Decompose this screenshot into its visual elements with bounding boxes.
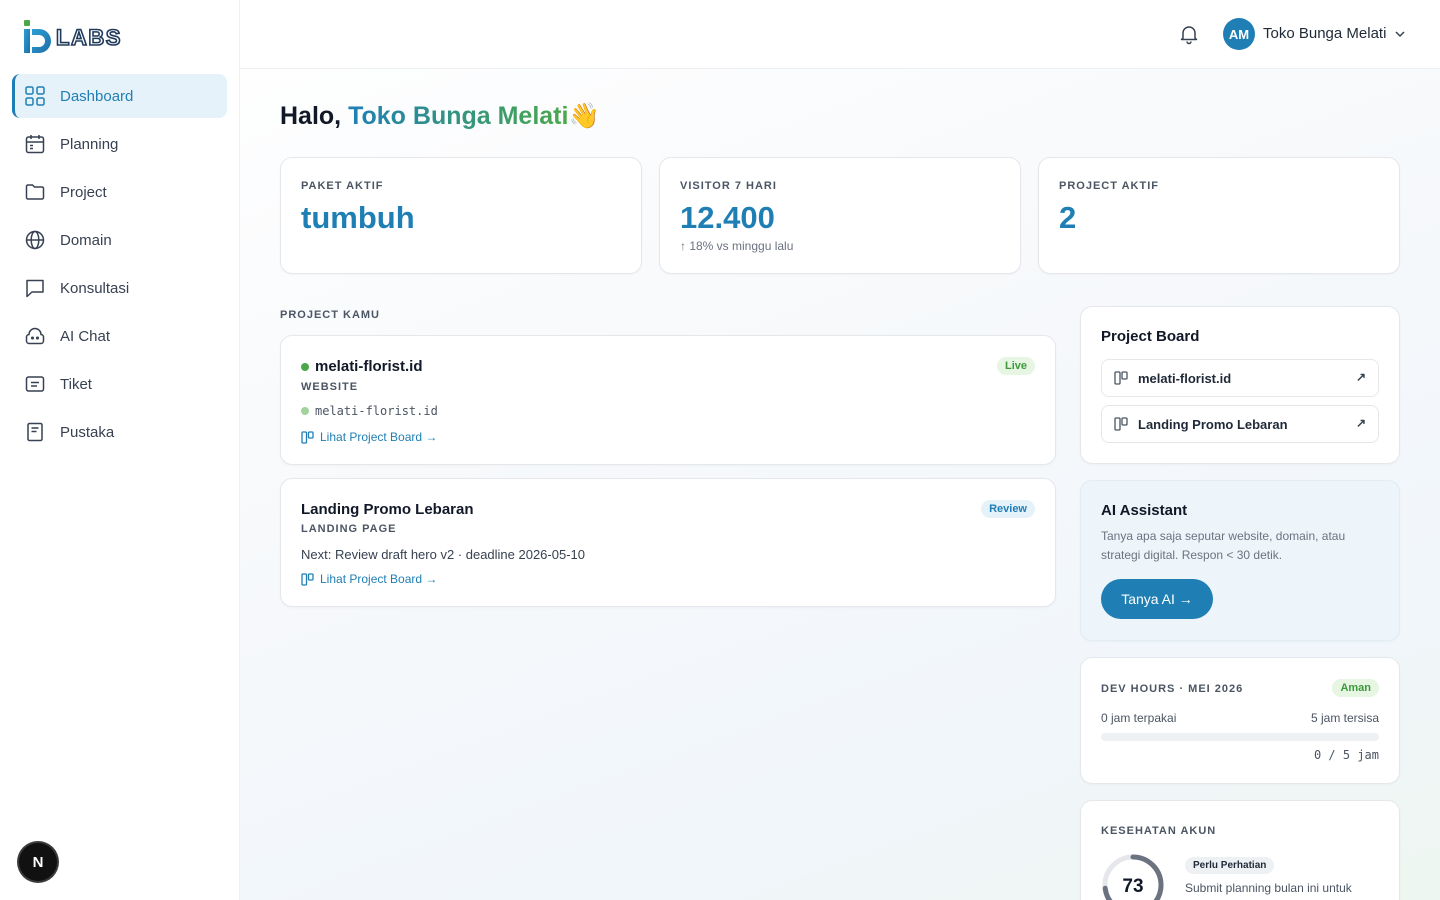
next-dev-badge[interactable]: N	[19, 843, 57, 881]
project-board-item[interactable]: melati-florist.id ↗	[1101, 359, 1379, 397]
sidebar-item-label: Konsultasi	[60, 279, 130, 297]
globe-icon	[24, 229, 46, 251]
stat-label: VISITOR 7 HARI	[680, 180, 777, 192]
stat-card-visitor: VISITOR 7 HARI 12.400 ↑ 18% vs minggu la…	[659, 157, 1021, 274]
dev-hours-used: 0 jam terpakai	[1101, 711, 1177, 725]
sidebar-item-tiket[interactable]: Tiket	[12, 362, 227, 406]
sidebar-item-label: Tiket	[60, 375, 92, 393]
greeting-prefix: Halo,	[280, 102, 349, 130]
user-name[interactable]: Toko Bunga Melati	[1263, 25, 1386, 42]
brand-logo[interactable]: LABS	[22, 18, 137, 56]
project-title-text: Landing Promo Lebaran	[301, 501, 474, 518]
sidebar-item-label: AI Chat	[60, 327, 111, 345]
health-score: 73	[1122, 876, 1144, 897]
sidebar-item-label: Planning	[60, 135, 119, 153]
ai-assistant-card: AI Assistant Tanya apa saja seputar webs…	[1080, 480, 1400, 641]
sidebar-item-konsultasi[interactable]: Konsultasi	[12, 266, 227, 310]
folder-icon	[24, 181, 46, 203]
account-health-card: KESEHATAN AKUN 73 Perlu Perhatian Submit…	[1080, 800, 1400, 900]
main-content: AM Toko Bunga Melati Halo, Toko Bunga Me…	[240, 0, 1440, 900]
external-link-icon: ↗	[1355, 370, 1366, 384]
dev-hours-summary: 0 / 5 jam	[1313, 748, 1379, 762]
project-board-link[interactable]: Lihat Project Board →	[301, 572, 437, 586]
bot-icon	[24, 325, 46, 347]
ticket-icon	[24, 373, 46, 395]
dev-hours-card: DEV HOURS · MEI 2026 Aman 0 jam terpakai…	[1080, 657, 1400, 784]
page-greeting: Halo, Toko Bunga Melati👋	[280, 102, 600, 131]
project-board-item-label: Landing Promo Lebaran	[1138, 416, 1288, 432]
project-board-card: Project Board melati-florist.id ↗ Landin…	[1080, 306, 1400, 464]
stat-label: PAKET AKTIF	[301, 180, 384, 192]
project-type: LANDING PAGE	[301, 523, 397, 535]
stat-label: PROJECT AKTIF	[1059, 180, 1159, 192]
ai-assistant-title: AI Assistant	[1101, 502, 1188, 519]
topbar: AM Toko Bunga Melati	[240, 0, 1440, 69]
sidebar-item-ai-chat[interactable]: AI Chat	[12, 314, 227, 358]
stat-value: tumbuh	[301, 200, 415, 235]
sidebar-item-label: Pustaka	[60, 423, 115, 441]
book-icon	[24, 421, 46, 443]
project-next-step: Next: Review draft hero v2 · deadline 20…	[301, 547, 585, 562]
calendar-icon	[24, 133, 46, 155]
stat-value: 12.400	[680, 200, 775, 235]
project-card[interactable]: Landing Promo Lebaran LANDING PAGE Next:…	[280, 478, 1056, 607]
bell-icon[interactable]	[1178, 23, 1200, 45]
project-title: Landing Promo Lebaran	[301, 501, 474, 518]
dev-hours-left: 5 jam tersisa	[1310, 711, 1379, 725]
status-dot	[301, 362, 309, 371]
greeting-name: Toko Bunga Melati	[348, 102, 569, 130]
sidebar: LABS Dashboard Planning Project Domain K…	[0, 0, 240, 900]
sidebar-item-project[interactable]: Project	[12, 170, 227, 214]
chevron-down-icon[interactable]	[1393, 27, 1407, 41]
dev-hours-label: DEV HOURS · MEI 2026	[1101, 683, 1244, 695]
section-label-projects: PROJECT KAMU	[280, 309, 381, 321]
sidebar-item-planning[interactable]: Planning	[12, 122, 227, 166]
wave-icon: 👋	[568, 102, 600, 130]
status-badge: Aman	[1332, 679, 1379, 697]
logo-text: LABS	[56, 25, 122, 50]
board-icon	[1114, 371, 1128, 385]
project-board-link-label: Lihat Project Board →	[320, 430, 438, 444]
external-link-icon: ↗	[1355, 416, 1366, 430]
project-type: WEBSITE	[301, 381, 359, 393]
sidebar-item-pustaka[interactable]: Pustaka	[12, 410, 227, 454]
project-board-item-label: melati-florist.id	[1138, 370, 1232, 386]
status-badge: Perlu Perhatian	[1185, 857, 1275, 874]
status-badge: Review	[981, 500, 1035, 518]
account-health-label: KESEHATAN AKUN	[1101, 825, 1217, 837]
board-icon	[1114, 417, 1128, 431]
sidebar-item-label: Domain	[60, 231, 112, 249]
board-icon	[301, 430, 314, 444]
sidebar-item-domain[interactable]: Domain	[12, 218, 227, 262]
ask-ai-button[interactable]: Tanya AI →	[1101, 579, 1213, 619]
sidebar-nav: Dashboard Planning Project Domain Konsul…	[12, 74, 227, 458]
health-message: Submit planning bulan ini untuk	[1185, 881, 1352, 895]
grid-icon	[24, 85, 46, 107]
project-board-title: Project Board	[1101, 328, 1200, 345]
project-board-item[interactable]: Landing Promo Lebaran ↗	[1101, 405, 1379, 443]
status-dot	[301, 407, 309, 415]
stat-card-paket: PAKET AKTIF tumbuh	[280, 157, 642, 274]
dev-hours-progress	[1101, 733, 1379, 741]
project-url[interactable]: melati-florist.id	[301, 404, 438, 418]
sidebar-item-label: Project	[60, 183, 107, 201]
stat-value: 2	[1059, 200, 1077, 235]
avatar[interactable]: AM	[1223, 18, 1255, 50]
project-board-link-label: Lihat Project Board →	[320, 572, 438, 586]
project-url-text: melati-florist.id	[315, 404, 438, 418]
status-badge: Live	[996, 357, 1035, 375]
project-title: melati-florist.id	[301, 358, 423, 375]
project-card[interactable]: melati-florist.id WEBSITE melati-florist…	[280, 335, 1056, 465]
chat-icon	[24, 277, 46, 299]
sidebar-item-dashboard[interactable]: Dashboard	[12, 74, 227, 118]
project-title-text: melati-florist.id	[315, 358, 423, 375]
stat-card-project: PROJECT AKTIF 2	[1038, 157, 1400, 274]
board-icon	[301, 572, 314, 586]
project-board-link[interactable]: Lihat Project Board →	[301, 430, 437, 444]
stat-trend: ↑ 18% vs minggu lalu	[680, 239, 794, 253]
sidebar-item-label: Dashboard	[60, 87, 134, 105]
ai-assistant-description: Tanya apa saja seputar website, domain, …	[1101, 529, 1346, 562]
